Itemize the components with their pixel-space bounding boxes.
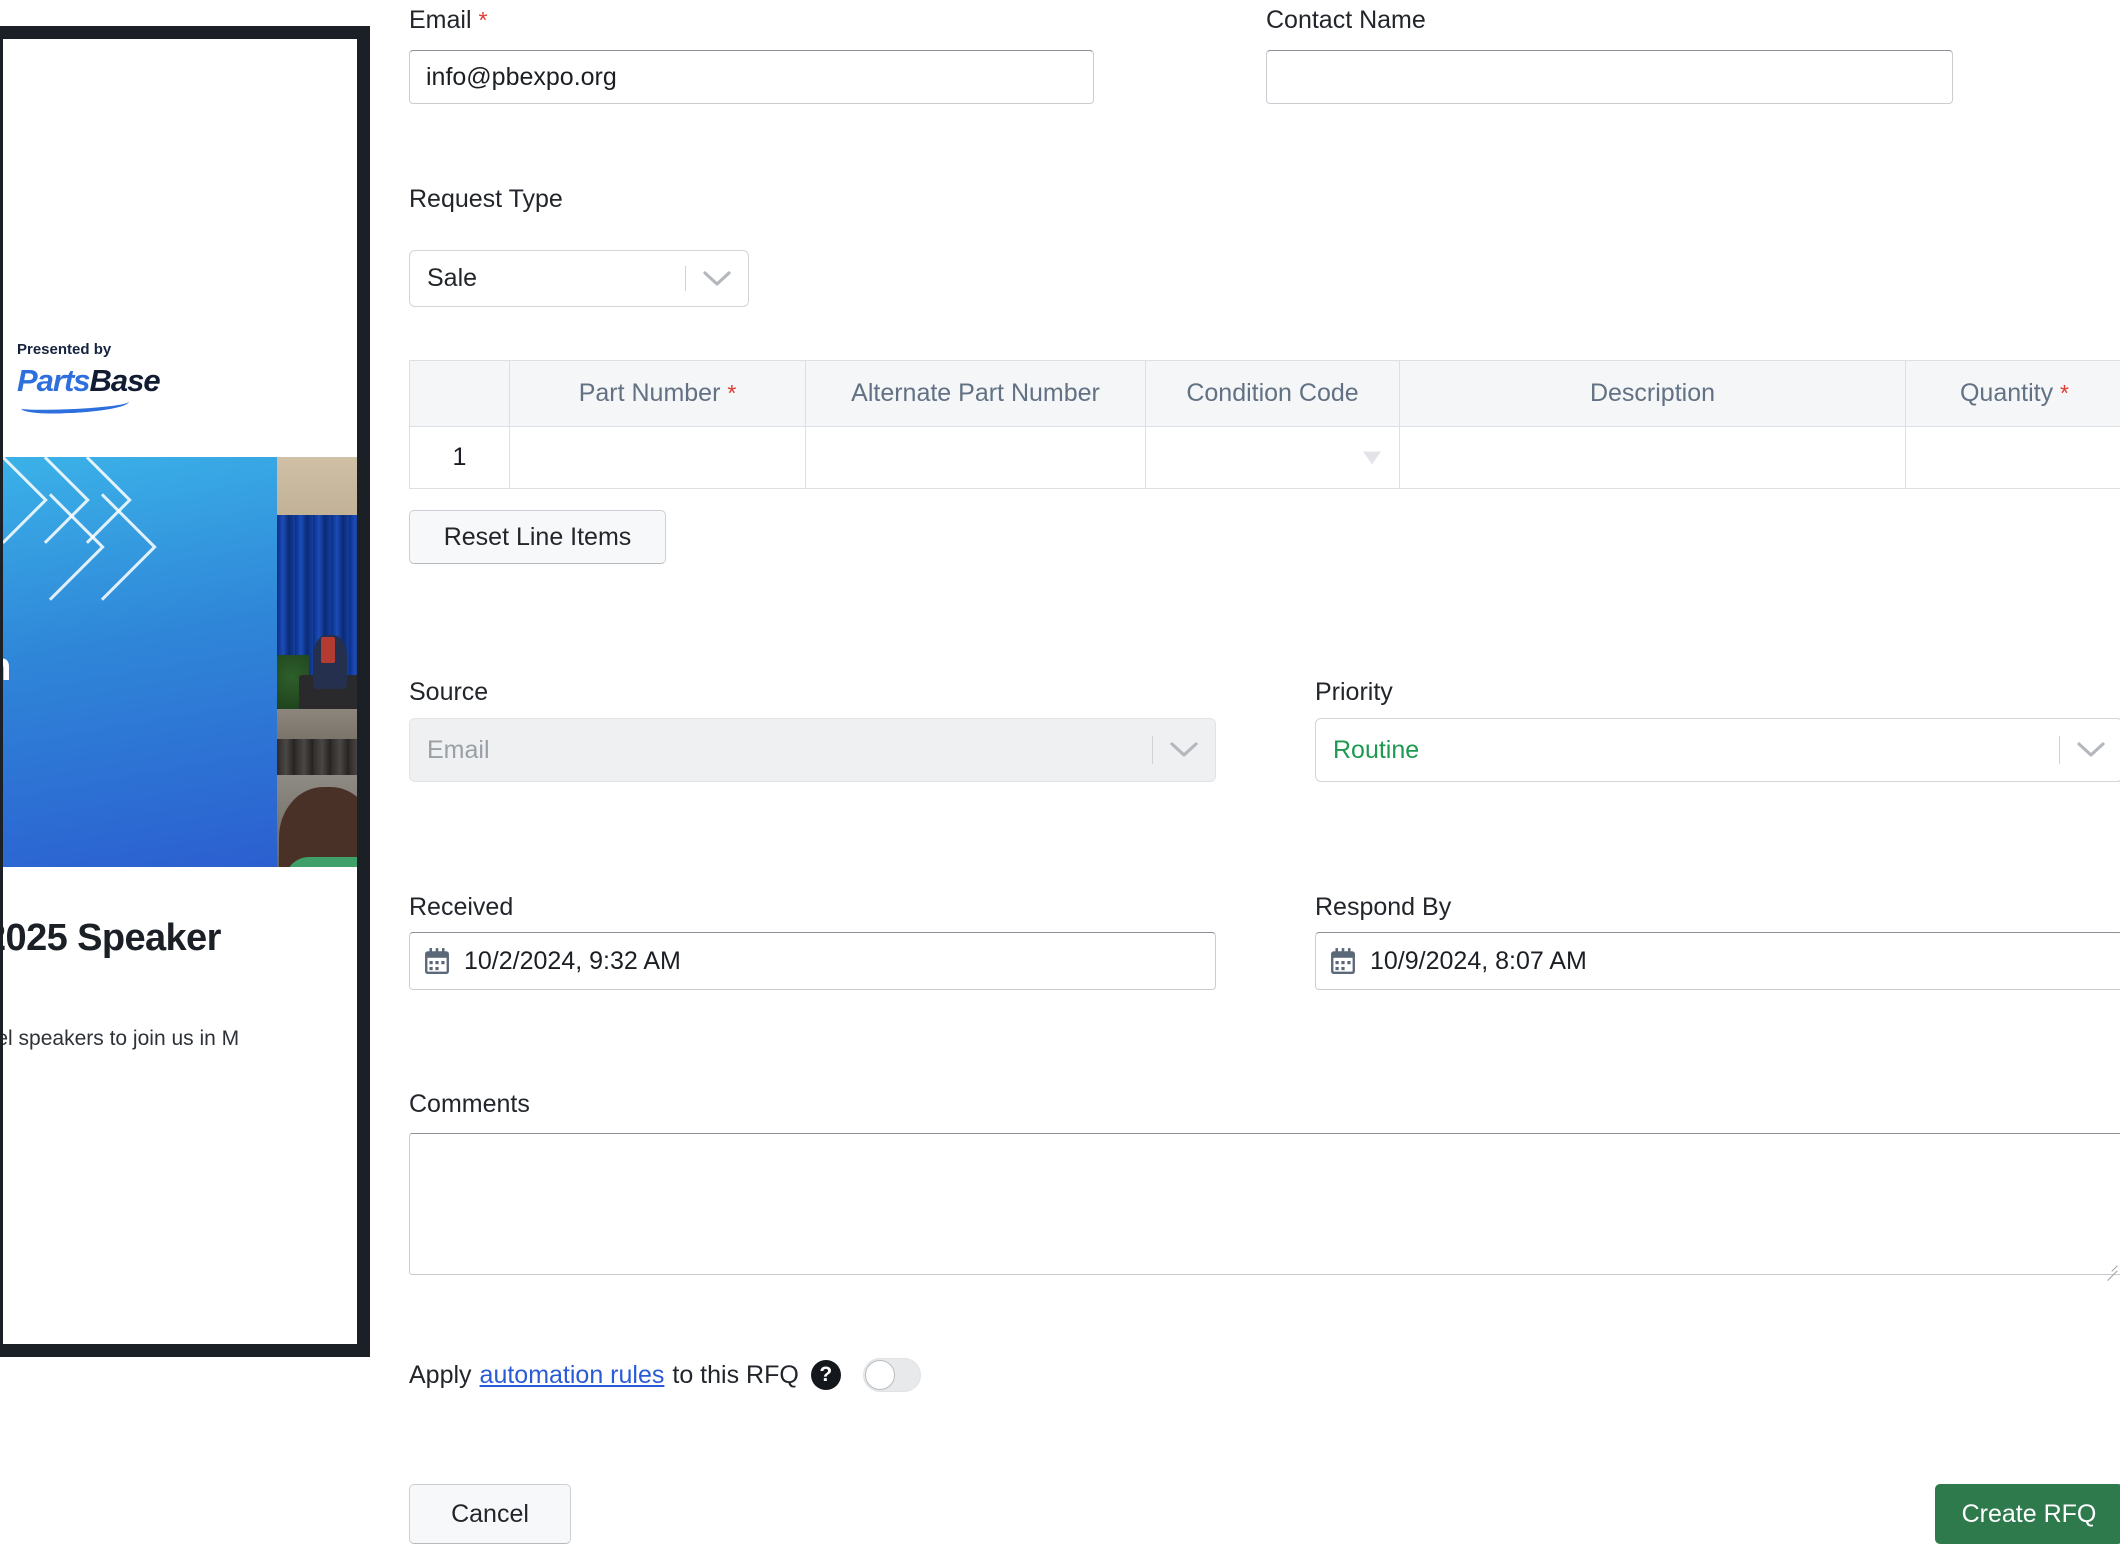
request-type-select[interactable]: Sale xyxy=(409,250,749,307)
email-label: Email * xyxy=(409,8,487,33)
source-select[interactable]: Email xyxy=(409,718,1216,782)
contact-name-input[interactable] xyxy=(1266,50,1953,104)
email-input[interactable]: info@pbexpo.org xyxy=(409,50,1094,104)
priority-label: Priority xyxy=(1315,678,1393,706)
quantity-required-asterisk: * xyxy=(2060,380,2069,406)
automation-rules-row: Apply automation rules to this RFQ ? xyxy=(409,1358,921,1392)
priority-select[interactable]: Routine xyxy=(1315,718,2120,782)
column-header-part-number-text: Part Number xyxy=(578,379,721,407)
chevron-down-icon[interactable] xyxy=(686,270,748,288)
email-label-text: Email xyxy=(409,6,472,34)
source-label: Source xyxy=(409,678,489,706)
column-header-alternate-part-number: Alternate Part Number xyxy=(805,360,1146,427)
create-rfq-button[interactable]: Create RFQ xyxy=(1935,1484,2120,1544)
email-input-value: info@pbexpo.org xyxy=(426,62,617,91)
chevron-down-icon[interactable] xyxy=(1153,741,1215,759)
condition-code-cell[interactable] xyxy=(1145,426,1400,489)
received-date-input[interactable]: 10/2/2024, 9:32 AM xyxy=(409,932,1216,990)
column-header-quantity-text: Quantity xyxy=(1959,379,2054,407)
automation-rules-toggle[interactable] xyxy=(862,1358,921,1392)
quantity-cell[interactable] xyxy=(1905,426,2120,489)
column-header-part-number: Part Number * xyxy=(509,360,806,427)
chevron-down-icon[interactable] xyxy=(1363,451,1381,464)
calendar-icon xyxy=(1331,948,1355,975)
column-header-index xyxy=(409,360,510,427)
line-items-header-row: Part Number * Alternate Part Number Cond… xyxy=(409,360,2120,427)
received-label: Received xyxy=(409,893,514,921)
automation-prefix-label: Apply xyxy=(409,1360,472,1389)
respond-by-label: Respond By xyxy=(1315,893,1452,921)
line-items-table: Part Number * Alternate Part Number Cond… xyxy=(409,360,2120,489)
resize-handle-icon[interactable] xyxy=(2102,1255,2118,1271)
column-header-condition-code: Condition Code xyxy=(1145,360,1400,427)
description-cell[interactable] xyxy=(1399,426,1906,489)
respond-by-date-input[interactable]: 10/9/2024, 8:07 AM xyxy=(1315,932,2120,990)
automation-rules-link[interactable]: automation rules xyxy=(480,1361,665,1390)
comments-textarea[interactable] xyxy=(409,1133,2120,1275)
part-number-cell[interactable] xyxy=(509,426,806,489)
automation-suffix-label: to this RFQ xyxy=(672,1360,799,1389)
request-type-label: Request Type xyxy=(409,185,563,213)
row-index-cell: 1 xyxy=(409,426,510,489)
priority-value: Routine xyxy=(1333,735,1420,764)
request-type-value: Sale xyxy=(427,264,478,292)
calendar-icon xyxy=(425,948,449,975)
contact-name-label: Contact Name xyxy=(1266,6,1426,34)
alternate-part-number-cell[interactable] xyxy=(805,426,1146,489)
chevron-down-icon[interactable] xyxy=(2060,741,2120,759)
help-icon[interactable]: ? xyxy=(810,1360,841,1390)
rfq-form: Email * info@pbexpo.org Contact Name Req… xyxy=(0,0,2120,1548)
toggle-knob xyxy=(864,1360,895,1390)
reset-line-items-button[interactable]: Reset Line Items xyxy=(409,510,666,564)
column-header-quantity: Quantity * xyxy=(1905,360,2120,427)
table-row: 1 xyxy=(409,426,2120,489)
source-value: Email xyxy=(427,735,490,764)
column-header-description: Description xyxy=(1399,360,1906,427)
received-date-value: 10/2/2024, 9:32 AM xyxy=(464,946,681,975)
respond-by-date-value: 10/9/2024, 8:07 AM xyxy=(1370,946,1587,975)
email-required-asterisk: * xyxy=(478,7,488,33)
part-number-required-asterisk: * xyxy=(727,380,737,406)
cancel-button[interactable]: Cancel xyxy=(409,1484,571,1544)
comments-label: Comments xyxy=(409,1090,530,1118)
rfq-create-page: b 2025? Presented by PartsBase h xyxy=(0,0,2120,1548)
